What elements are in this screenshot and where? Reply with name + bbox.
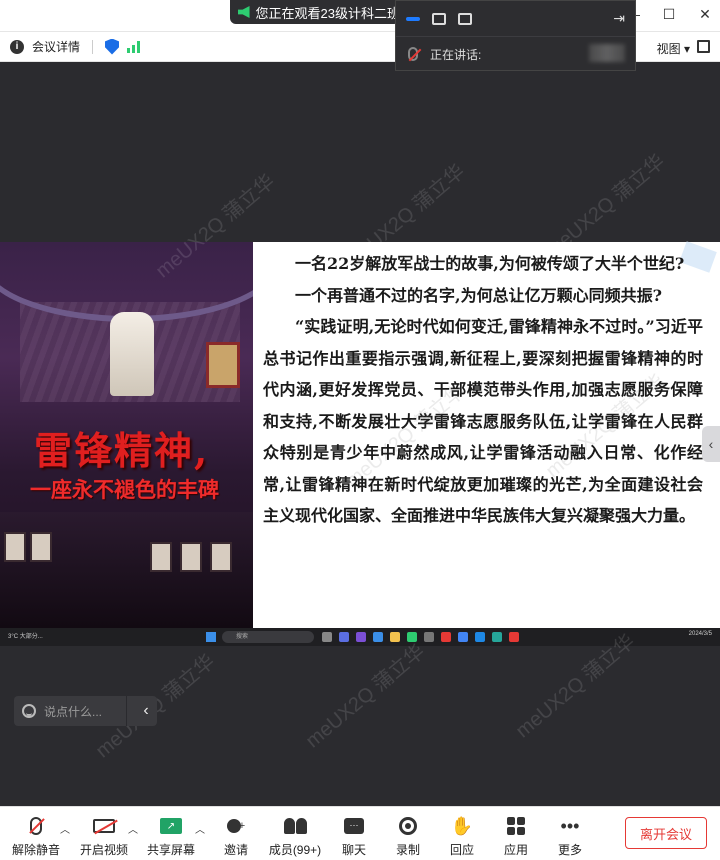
more-button[interactable]: ••• 更多 — [540, 815, 600, 858]
chat-quick-input[interactable]: 说点什么... ‹ — [14, 696, 157, 726]
talking-label: 正在讲话: — [430, 47, 482, 62]
floating-speaker-panel: ⇥ 正在讲话: — [395, 0, 636, 71]
record-button[interactable]: 录制 — [378, 815, 438, 858]
record-label: 录制 — [395, 843, 420, 857]
windows-start-icon — [206, 632, 216, 642]
speaker-view-icon[interactable] — [406, 16, 420, 21]
view-button[interactable]: 视图 ▾ — [657, 40, 690, 57]
close-button[interactable]: ✕ — [698, 6, 712, 23]
divider — [126, 696, 127, 726]
invite-button[interactable]: + 邀请 — [206, 815, 266, 858]
members-icon — [283, 818, 307, 834]
panel-toolbar: ⇥ — [396, 1, 635, 37]
article-paragraph: “实践证明,无论时代如何变迁,雷锋精神永不过时。”习近平总书记作出重要指示强调,… — [263, 317, 703, 525]
blurred-avatar — [589, 44, 625, 62]
article-text: 一名22岁解放军战士的故事,为何被传颂了大半个世纪? 一个再普通不过的名字,为何… — [263, 248, 703, 532]
share-screen-label: 共享屏幕 — [146, 843, 195, 857]
exhibit-gallery — [0, 512, 253, 628]
viewing-banner-text: 您正在观看23级计科二班 — [255, 5, 400, 21]
poster-title: 雷锋精神, — [34, 428, 210, 473]
camera-off-icon — [93, 819, 115, 833]
plaque — [206, 342, 240, 388]
video-options-caret[interactable]: ︿ — [128, 821, 138, 836]
shield-icon[interactable] — [105, 38, 120, 55]
apps-button[interactable]: 应用 — [486, 815, 546, 858]
more-label: 更多 — [557, 843, 582, 857]
share-options-caret[interactable]: ︿ — [195, 821, 205, 836]
start-video-label: 开启视频 — [79, 843, 128, 857]
list-view-icon[interactable] — [458, 12, 472, 25]
remote-taskbar: 3°C 大部分... 搜索 2024/3/5 — [0, 628, 720, 646]
divider — [92, 39, 94, 54]
record-icon — [399, 817, 417, 835]
audio-options-caret[interactable]: ︿ — [60, 821, 70, 836]
members-label: 成员(99+) — [268, 843, 322, 857]
info-icon[interactable]: i — [10, 39, 24, 54]
viewing-banner[interactable]: 您正在观看23级计科二班 — [230, 0, 400, 24]
fullscreen-icon[interactable] — [697, 40, 710, 53]
collapse-chat-icon[interactable]: ‹ — [135, 702, 157, 720]
chat-icon: ··· — [344, 818, 364, 834]
signal-strength-icon[interactable] — [127, 40, 141, 53]
start-video-button[interactable]: 开启视频 — [74, 815, 134, 858]
chat-placeholder[interactable]: 说点什么... — [44, 703, 102, 720]
emoji-icon[interactable] — [22, 704, 36, 718]
taskbar-tray: 2024/3/5 — [688, 631, 712, 637]
statue — [110, 312, 154, 396]
chat-button[interactable]: ··· 聊天 — [324, 815, 384, 858]
invite-label: 邀请 — [223, 843, 248, 857]
chat-label: 聊天 — [341, 843, 366, 857]
taskbar-weather: 3°C 大部分... — [8, 634, 43, 640]
reaction-icon: ✋ — [450, 815, 474, 836]
apps-label: 应用 — [503, 843, 528, 857]
meeting-details-link[interactable]: 会议详情 — [32, 38, 80, 55]
window-controls: — ☐ ✕ — [626, 6, 712, 23]
unmute-button[interactable]: 解除静音 — [6, 815, 66, 858]
respond-label: 回应 — [449, 843, 474, 857]
watermark: meUX2Q 蒲立华 — [301, 640, 430, 753]
leave-meeting-button[interactable]: 离开会议 — [625, 817, 707, 849]
gallery-view-icon[interactable] — [432, 12, 446, 25]
collapse-panel-icon[interactable]: ⇥ — [613, 10, 625, 27]
taskbar-app-icons — [322, 632, 519, 642]
unmute-label: 解除静音 — [11, 843, 60, 857]
view-label: 视图 — [656, 42, 681, 56]
share-screen-icon: ↗ — [160, 818, 182, 834]
speaker-icon — [238, 6, 250, 18]
poster-subtitle: 一座永不褪色的丰碑 — [30, 477, 219, 502]
side-expand-handle[interactable]: ‹ — [702, 426, 720, 462]
shared-screen: 雷锋精神, 一座永不褪色的丰碑 一名22岁解放军战士的故事,为何被传颂了大半个世… — [0, 241, 720, 646]
respond-button[interactable]: ✋ 回应 — [432, 815, 492, 858]
taskbar-search: 搜索 — [222, 631, 314, 643]
apps-grid-icon — [507, 817, 525, 835]
more-dots-icon: ••• — [560, 815, 580, 836]
mic-off-icon — [30, 817, 42, 835]
article-paragraph: 一名22岁解放军战士的故事,为何被传颂了大半个世纪? — [295, 254, 685, 273]
meeting-toolbar: 解除静音 ︿ 开启视频 ︿ ↗ 共享屏幕 ︿ + 邀请 成员(99+) ··· … — [0, 806, 720, 860]
maximize-button[interactable]: ☐ — [662, 6, 676, 23]
mic-off-icon — [408, 47, 418, 61]
add-person-icon — [226, 819, 241, 833]
members-button[interactable]: 成员(99+) — [265, 815, 325, 858]
poster-image: 雷锋精神, 一座永不褪色的丰碑 — [0, 242, 253, 628]
share-screen-button[interactable]: ↗ 共享屏幕 — [141, 815, 201, 858]
article-paragraph: 一个再普通不过的名字,为何总让亿万颗心同频共振? — [295, 285, 662, 305]
